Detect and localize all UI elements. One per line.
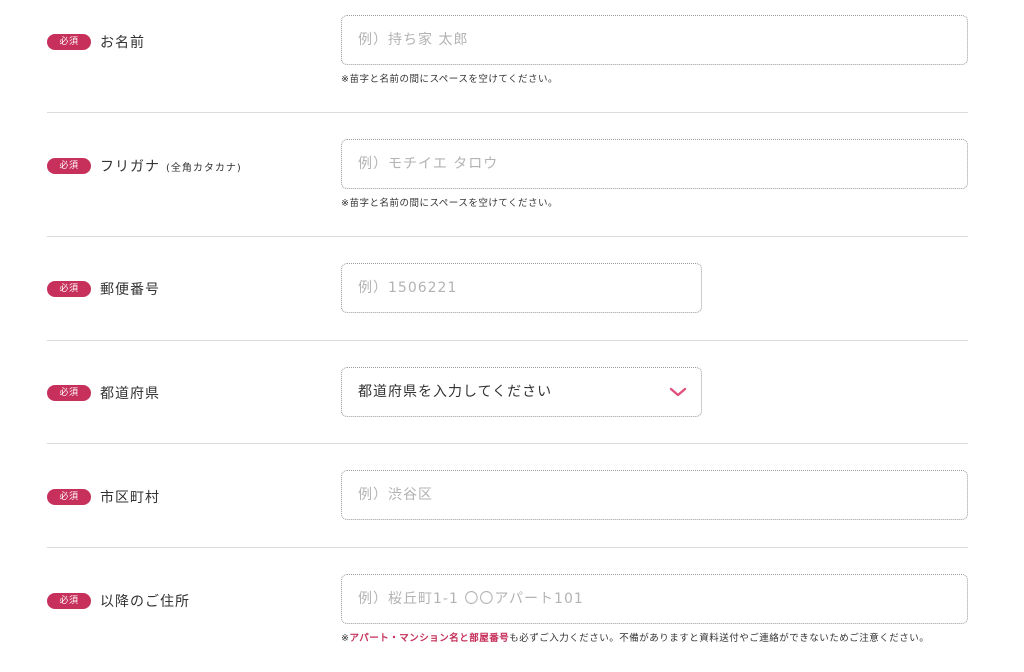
- required-badge: 必須: [47, 385, 91, 401]
- postal-field-box: [341, 263, 702, 313]
- address-input[interactable]: [342, 575, 967, 623]
- required-badge: 必須: [47, 34, 91, 50]
- divider: [47, 236, 968, 237]
- prefecture-label-group: 必須 都道府県: [47, 383, 160, 403]
- address-note: ※アパート・マンション名と部屋番号も必ずご入力ください。不備がありますと資料送付…: [341, 632, 971, 645]
- required-badge: 必須: [47, 281, 91, 297]
- divider: [47, 443, 968, 444]
- city-label-group: 必須 市区町村: [47, 487, 160, 507]
- required-badge: 必須: [47, 158, 91, 174]
- divider: [47, 547, 968, 548]
- prefecture-select-value: 都道府県を入力してください: [358, 384, 553, 400]
- furigana-note: ※苗字と名前の間にスペースを空けてください。: [341, 198, 559, 209]
- postal-code-input[interactable]: [342, 264, 701, 312]
- address-label: 以降のご住所: [100, 594, 190, 610]
- furigana-label: フリガナ: [100, 159, 160, 175]
- city-label: 市区町村: [100, 490, 160, 506]
- required-badge: 必須: [47, 489, 91, 505]
- address-form: 必須 お名前 ※苗字と名前の間にスペースを空けてください。 必須 フリガナ (全…: [0, 0, 1024, 672]
- city-input[interactable]: [342, 471, 967, 519]
- prefecture-label: 都道府県: [100, 386, 160, 402]
- divider: [47, 340, 968, 341]
- chevron-down-icon[interactable]: [669, 385, 687, 399]
- furigana-label-sub: (全角カタカナ): [166, 162, 242, 174]
- city-field-box: [341, 470, 968, 520]
- furigana-field-box: [341, 139, 968, 189]
- name-label-group: 必須 お名前: [47, 32, 145, 52]
- furigana-input[interactable]: [342, 140, 967, 188]
- name-label: お名前: [100, 35, 145, 51]
- address-label-group: 必須 以降のご住所: [47, 591, 190, 611]
- name-note: ※苗字と名前の間にスペースを空けてください。: [341, 74, 559, 85]
- furigana-label-group: 必須 フリガナ (全角カタカナ): [47, 156, 242, 176]
- name-field-box: [341, 15, 968, 65]
- note-emphasis: アパート・マンション名と部屋番号: [349, 633, 510, 644]
- postal-label: 郵便番号: [100, 282, 160, 298]
- postal-label-group: 必須 郵便番号: [47, 279, 160, 299]
- prefecture-select[interactable]: 都道府県を入力してください: [341, 367, 702, 417]
- name-input[interactable]: [342, 16, 967, 64]
- note-rest: も必ずご入力ください。不備がありますと資料送付やご連絡ができないためご注意くださ…: [509, 633, 930, 644]
- address-field-box: [341, 574, 968, 624]
- divider: [47, 112, 968, 113]
- required-badge: 必須: [47, 593, 91, 609]
